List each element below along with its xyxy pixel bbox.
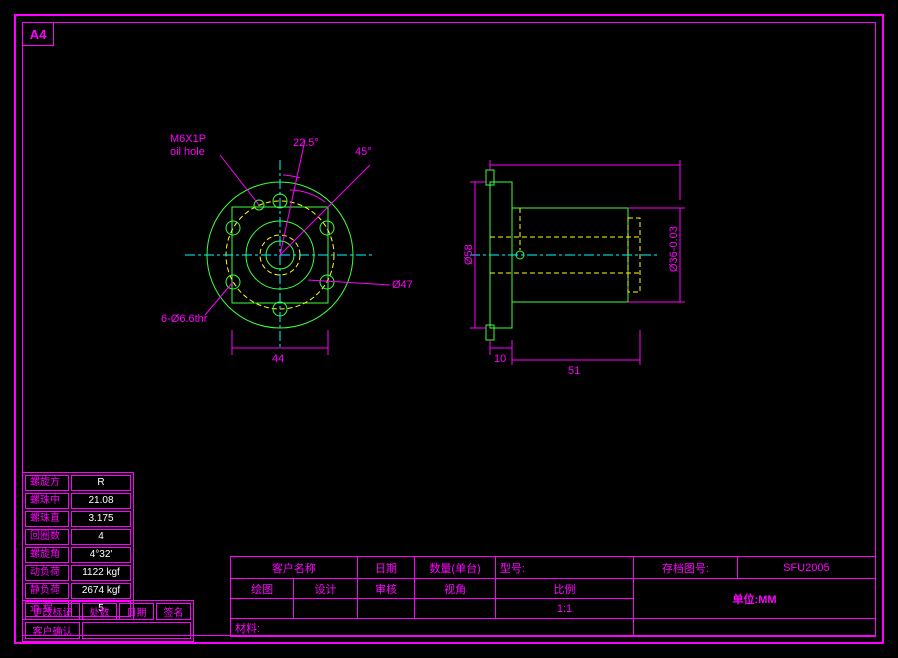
chg-r2c1: 客户确认 [25, 622, 80, 639]
side-view: Ø58 Ø36-0.03 10 51 [463, 160, 685, 377]
tb-scale: 比例 [495, 579, 633, 599]
dim-d58: Ø58 [463, 244, 475, 265]
spec-value-2: 3.175 [71, 511, 131, 527]
spec-label-2: 螺珠直 [25, 511, 69, 527]
tb-dwgno-lbl: 存档图号: [634, 557, 738, 579]
change-table: 更改标记 处数 日期 签名 客户确认 [22, 600, 194, 642]
spec-value-0: R [71, 475, 131, 491]
chg-r1c3: 日期 [119, 603, 154, 620]
sheet-size-box: A4 [22, 22, 54, 46]
dim-44: 44 [272, 353, 284, 365]
chg-r1c4: 签名 [156, 603, 191, 620]
tb-check: 审核 [357, 579, 415, 599]
tb-draw: 绘图 [231, 579, 294, 599]
spec-label-3: 回圈数 [25, 529, 69, 545]
tb-dwgno: SFU2005 [737, 557, 875, 579]
dim-10: 10 [494, 353, 506, 365]
tb-draw-v [231, 599, 294, 619]
spec-value-5: 1122 kgf [71, 565, 131, 581]
spec-label-1: 螺珠中 [25, 493, 69, 509]
tb-check-v [357, 599, 415, 619]
spec-label-4: 螺旋角 [25, 547, 69, 563]
spec-table: 螺旋方R螺珠中21.08螺珠直3.175回圈数4螺旋角4°32'动负荷1122 … [22, 472, 134, 620]
tb-scale-v: 1:1 [495, 599, 633, 619]
dim-51: 51 [568, 365, 580, 377]
tb-material: 材料: [231, 619, 634, 637]
spec-value-3: 4 [71, 529, 131, 545]
dim-d36: Ø36-0.03 [668, 226, 680, 272]
tb-qty: 数量(单台) [415, 557, 496, 579]
tb-model: 型号: [495, 557, 633, 579]
spec-label-0: 螺旋方 [25, 475, 69, 491]
tb-design: 设计 [294, 579, 357, 599]
chg-r2c2 [82, 622, 191, 639]
dim-22-5: 22.5° [293, 137, 319, 149]
tb-view-v [415, 599, 496, 619]
cad-drawing: 22.5° 45° Ø47 44 Ø58 [150, 130, 710, 400]
spec-value-4: 4°32' [71, 547, 131, 563]
dim-d47: Ø47 [392, 279, 413, 291]
spec-value-6: 2674 kgf [71, 583, 131, 599]
spec-value-1: 21.08 [71, 493, 131, 509]
spec-label-5: 动负荷 [25, 565, 69, 581]
title-block: 客户名称 日期 数量(单台) 型号: 存档图号: SFU2005 绘图 设计 审… [230, 556, 876, 636]
tb-view: 视角 [415, 579, 496, 599]
spec-label-6: 静负荷 [25, 583, 69, 599]
front-view: 22.5° 45° Ø47 44 [185, 137, 413, 365]
chg-r1c1: 更改标记 [25, 603, 80, 620]
tb-unit: 单位:MM [634, 579, 876, 619]
chg-r1c2: 处数 [82, 603, 117, 620]
tb-date: 日期 [357, 557, 415, 579]
tb-design-v [294, 599, 357, 619]
tb-customer: 客户名称 [231, 557, 358, 579]
dim-45: 45° [355, 146, 372, 158]
